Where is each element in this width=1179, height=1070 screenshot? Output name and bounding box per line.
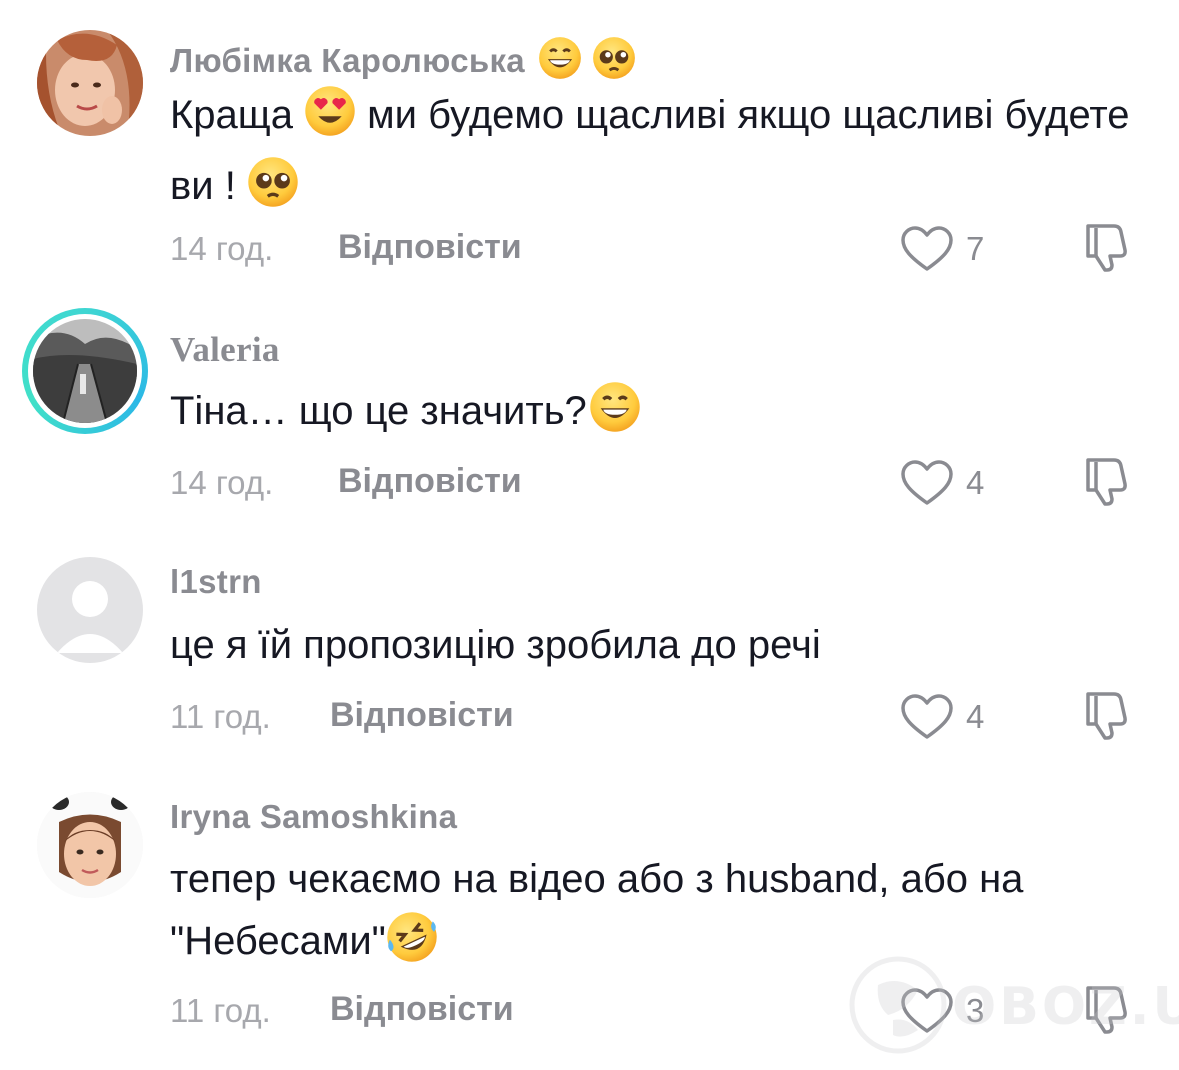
reply-button[interactable]: Відповісти <box>330 696 514 735</box>
watermark-globe-icon <box>849 956 947 1054</box>
reply-button[interactable]: Відповісти <box>338 462 522 501</box>
heart-icon[interactable] <box>900 459 954 507</box>
dislike-icon[interactable] <box>1078 452 1134 508</box>
heart-icon[interactable] <box>900 693 954 741</box>
watermark-text: OBOZ.UA <box>952 977 1179 1037</box>
grinning-face-icon <box>589 381 641 451</box>
avatar[interactable] <box>37 557 143 663</box>
comment-timestamp: 14 год. <box>170 230 274 267</box>
dislike-icon[interactable] <box>1078 218 1134 274</box>
comment-timestamp: 14 год. <box>170 464 274 501</box>
avatar[interactable] <box>37 792 143 898</box>
rolling-laughing-face-icon <box>386 911 438 981</box>
comment-username[interactable]: Любімка Каролюська <box>170 36 636 88</box>
grinning-face-icon <box>538 36 582 88</box>
comment-username[interactable]: Iryna Samoshkina <box>170 798 457 836</box>
avatar[interactable] <box>22 308 148 434</box>
watermark-logo: OBOZ.UA <box>848 955 1179 1055</box>
avatar-photo <box>33 319 137 423</box>
like-count: 4 <box>966 698 985 735</box>
avatar[interactable] <box>37 30 143 136</box>
comment-text: Тіна… що це значить? <box>170 380 1160 451</box>
comment-text: це я їй пропозицію зробила до речі <box>170 623 821 667</box>
pleading-face-icon <box>592 36 636 88</box>
heart-icon[interactable] <box>900 225 954 273</box>
pleading-face-icon <box>247 156 299 226</box>
comment-timestamp: 11 год. <box>170 698 271 735</box>
reply-button[interactable]: Відповісти <box>330 990 514 1029</box>
reply-button[interactable]: Відповісти <box>338 228 522 267</box>
heart-eyes-face-icon <box>304 85 356 155</box>
dislike-icon[interactable] <box>1078 686 1134 742</box>
comment-username[interactable]: l1strn <box>170 563 262 601</box>
comment-text: Краща ми будемо щасливі якщо щасливі буд… <box>170 84 1160 226</box>
like-count: 4 <box>966 464 985 501</box>
comment-username[interactable]: Valeria <box>170 330 280 370</box>
comment-timestamp: 11 год. <box>170 992 271 1029</box>
like-count: 7 <box>966 230 985 267</box>
